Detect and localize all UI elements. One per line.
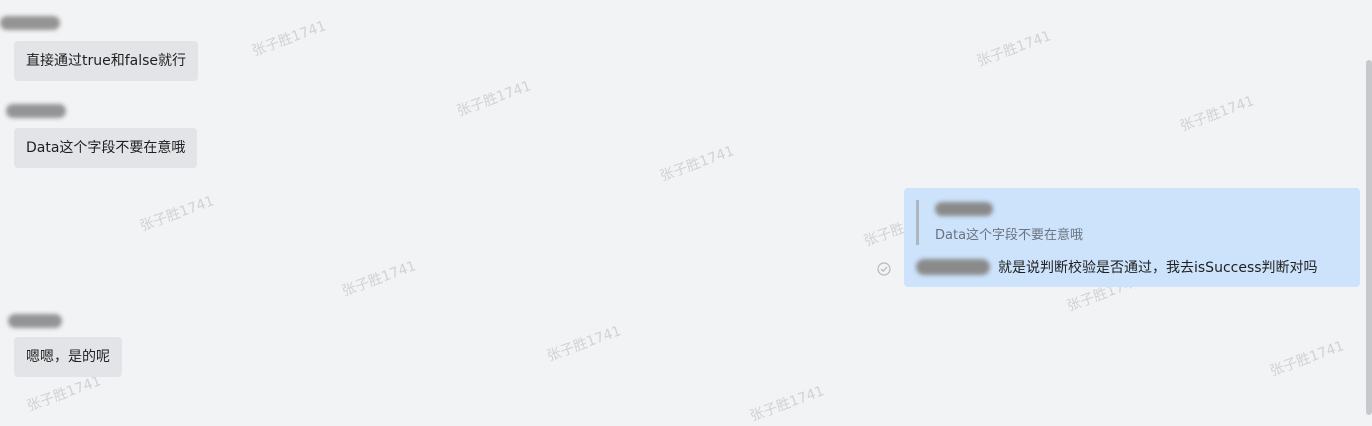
watermark: 张子胜1741 — [747, 383, 827, 425]
message-bubble[interactable]: 嗯嗯，是的呢 — [14, 337, 122, 377]
watermark: 张子胜1741 — [339, 258, 419, 300]
watermark: 张子胜1741 — [249, 18, 329, 60]
watermark: 张子胜1741 — [1177, 93, 1257, 135]
watermark: 张子胜1741 — [454, 78, 534, 120]
reply-message-bubble[interactable]: Data这个字段不要在意哦 就是说判断校验是否通过，我去isSuccess判断对… — [904, 188, 1360, 287]
watermark: 张子胜1741 — [1267, 338, 1347, 380]
message-bubble[interactable]: Data这个字段不要在意哦 — [14, 128, 198, 168]
message-bubble[interactable]: 直接通过true和false就行 — [14, 41, 199, 81]
read-status-icon — [877, 262, 891, 276]
reply-line: 就是说判断校验是否通过，我去isSuccess判断对吗 — [916, 257, 1348, 277]
sender-name-redacted — [6, 104, 66, 118]
watermark: 张子胜1741 — [544, 323, 624, 365]
sender-name-redacted — [0, 16, 60, 30]
quoted-text: Data这个字段不要在意哦 — [935, 228, 1084, 243]
watermark: 张子胜1741 — [24, 373, 104, 415]
mention-redacted — [916, 259, 990, 275]
sender-name-redacted — [8, 314, 62, 328]
reply-text: 就是说判断校验是否通过，我去isSuccess判断对吗 — [998, 260, 1318, 276]
scrollbar[interactable] — [1366, 60, 1372, 415]
watermark: 张子胜1741 — [657, 143, 737, 185]
watermark: 张子胜1741 — [137, 193, 217, 235]
quoted-message[interactable]: Data这个字段不要在意哦 — [916, 200, 1348, 245]
quoted-sender-redacted — [935, 202, 993, 216]
watermark: 张子胜1741 — [974, 28, 1054, 70]
